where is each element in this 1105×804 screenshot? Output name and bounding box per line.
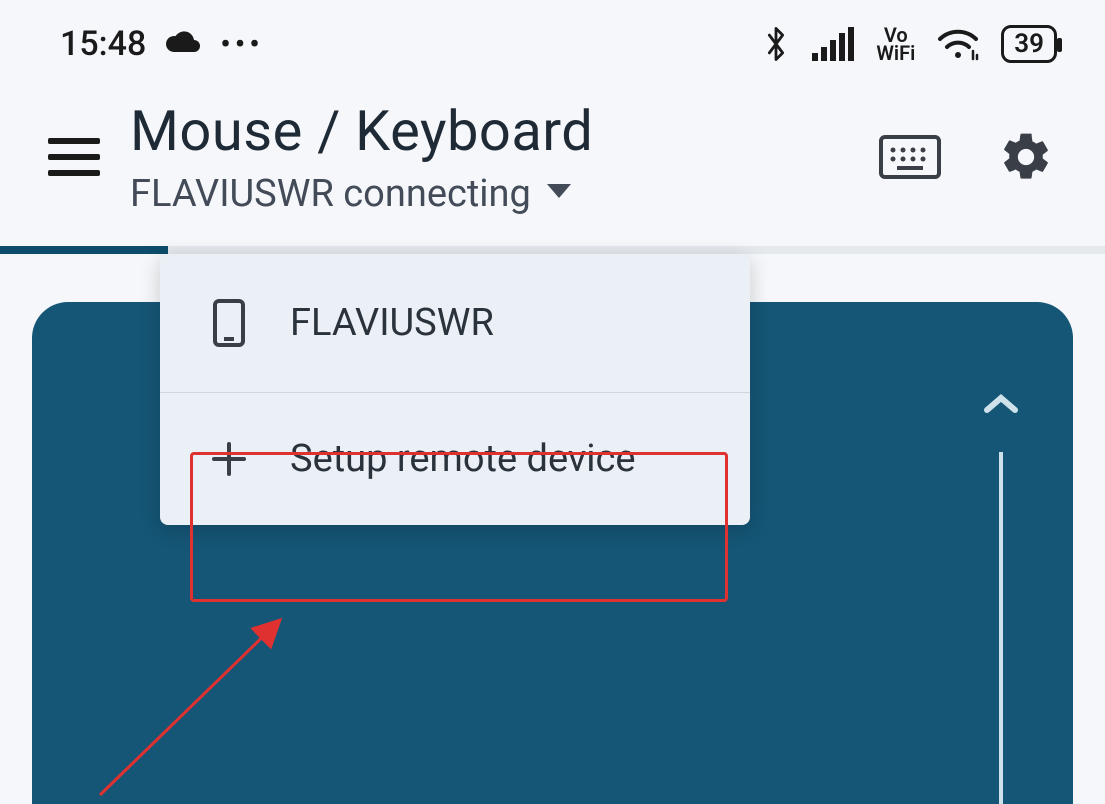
settings-button[interactable] xyxy=(995,126,1057,188)
tab-strip xyxy=(0,246,1105,254)
appbar-actions xyxy=(879,126,1057,188)
bluetooth-icon xyxy=(762,24,790,64)
status-left: 15:48 ••• xyxy=(60,24,264,64)
title-block: Mouse / Keyboard FLAVIUSWR connecting xyxy=(130,98,849,216)
clock-time: 15:48 xyxy=(60,24,146,64)
vowifi-icon: Vo WiFi xyxy=(876,26,915,62)
vowifi-bottom: WiFi xyxy=(876,44,915,62)
cloud-icon xyxy=(164,30,202,58)
phone-icon xyxy=(208,298,250,348)
tab-indicator xyxy=(0,246,168,254)
connection-dropdown[interactable]: FLAVIUSWR connecting xyxy=(130,172,849,216)
scroll-track[interactable] xyxy=(999,452,1003,804)
setup-label: Setup remote device xyxy=(290,437,636,481)
wifi-icon xyxy=(937,27,979,61)
signal-icon xyxy=(812,27,854,61)
caret-down-icon xyxy=(547,184,571,204)
battery-indicator: 39 xyxy=(1001,25,1057,63)
device-name: FLAVIUSWR xyxy=(290,301,494,345)
plus-icon xyxy=(208,440,250,478)
more-icon: ••• xyxy=(220,27,263,62)
setup-remote-device[interactable]: Setup remote device xyxy=(160,393,750,525)
menu-button[interactable] xyxy=(48,131,100,183)
page-title: Mouse / Keyboard xyxy=(130,98,849,164)
keyboard-button[interactable] xyxy=(879,126,941,188)
connection-status: FLAVIUSWR connecting xyxy=(130,172,531,216)
device-item[interactable]: FLAVIUSWR xyxy=(160,254,750,393)
status-right: Vo WiFi 39 xyxy=(762,24,1057,64)
app-bar: Mouse / Keyboard FLAVIUSWR connecting xyxy=(0,88,1105,246)
battery-level: 39 xyxy=(1014,29,1044,59)
device-dropdown: FLAVIUSWR Setup remote device xyxy=(160,254,750,525)
scroll-up-icon[interactable] xyxy=(981,392,1021,420)
status-bar: 15:48 ••• Vo WiFi 39 xyxy=(0,0,1105,88)
